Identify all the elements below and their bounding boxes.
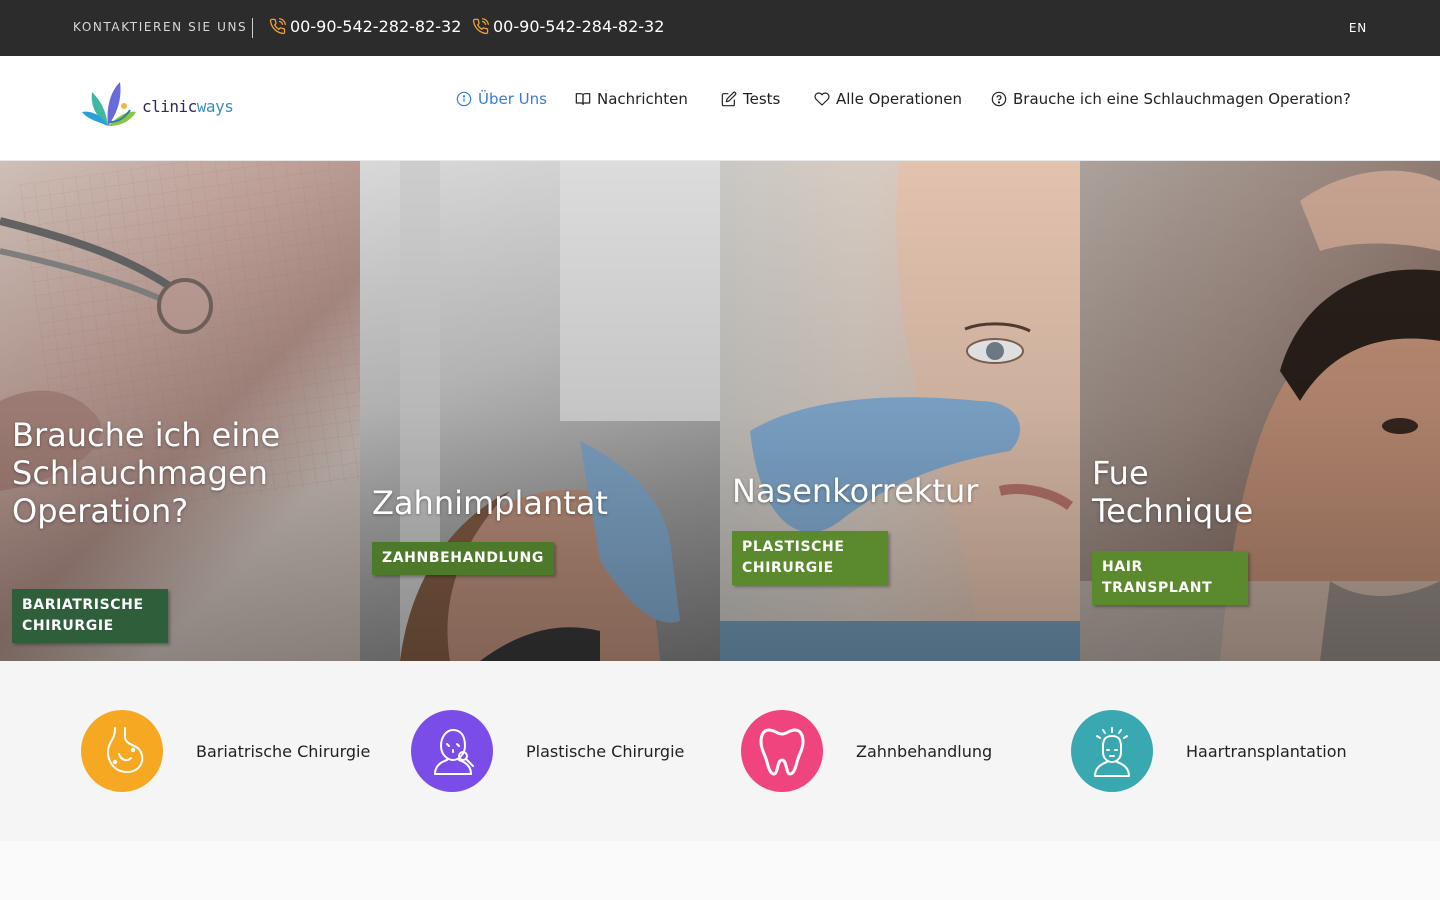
nav-label: Tests (743, 90, 781, 108)
panel-tag: HAIR TRANSPLANT (1092, 551, 1248, 605)
edit-icon (721, 91, 737, 107)
category-label: Bariatrische Chirurgie (196, 741, 371, 761)
nav-tests[interactable]: Tests (721, 90, 780, 108)
category-plastic[interactable]: Plastische Chirurgie (411, 710, 684, 792)
hero-panel-nose[interactable]: Nasenkorrektur PLASTISCHE CHIRURGIE (720, 161, 1080, 661)
logo-text: clinicways (142, 96, 234, 116)
nav-news[interactable]: Nachrichten (575, 90, 688, 108)
phone-icon (269, 18, 286, 35)
panel-tag: PLASTISCHE CHIRURGIE (732, 531, 888, 585)
site-header: clinicways Über Uns Nachrichten Tests Al… (0, 56, 1440, 161)
category-dental[interactable]: Zahnbehandlung (741, 710, 992, 792)
category-hair[interactable]: Haartransplantation (1071, 710, 1347, 792)
category-label: Haartransplantation (1186, 741, 1347, 761)
divider (252, 18, 253, 38)
category-label: Zahnbehandlung (856, 741, 993, 761)
hero-panel-hair[interactable]: Fue Technique HAIR TRANSPLANT (1080, 161, 1440, 661)
language-switch[interactable]: EN (1349, 21, 1367, 35)
heart-icon (814, 92, 830, 106)
nav-all-operations[interactable]: Alle Operationen (814, 90, 962, 108)
phone-link-1[interactable]: 00-90-542-282-82-32 (269, 17, 461, 36)
panel-tag: ZAHNBEHANDLUNG (372, 542, 554, 575)
phone-link-2[interactable]: 00-90-542-284-82-32 (472, 17, 664, 36)
stomach-icon (107, 727, 144, 774)
logo-icon (82, 82, 136, 126)
face-surgery-icon (434, 729, 474, 775)
nav-label: Über Uns (478, 90, 547, 108)
question-icon (991, 91, 1007, 107)
nav-label: Brauche ich eine Schlauchmagen Operation… (1013, 90, 1351, 108)
nav-label: Alle Operationen (836, 90, 962, 108)
category-label: Plastische Chirurgie (526, 741, 685, 761)
top-bar: KONTAKTIEREN SIE UNS 00-90-542-282-82-32… (0, 0, 1440, 56)
logo[interactable]: clinicways (80, 78, 234, 130)
contact-label[interactable]: KONTAKTIEREN SIE UNS (73, 20, 247, 34)
category-icon-circle (1071, 710, 1153, 792)
category-row: Bariatrische Chirurgie Plastische Chirur… (0, 661, 1440, 841)
phone-icon (472, 18, 489, 35)
panel-title: Zahnimplantat (372, 484, 608, 522)
panel-title: Brauche ich eine Schlauchmagen Operation… (12, 416, 281, 530)
category-bariatric[interactable]: Bariatrische Chirurgie (81, 710, 370, 792)
tooth-icon (759, 728, 805, 776)
book-icon (575, 93, 591, 105)
hero-panel-sleeve[interactable]: Brauche ich eine Schlauchmagen Operation… (0, 161, 360, 661)
panel-title: Nasenkorrektur (732, 472, 979, 510)
hero-panels: Brauche ich eine Schlauchmagen Operation… (0, 161, 1440, 661)
nav-label: Nachrichten (597, 90, 688, 108)
info-icon (456, 91, 472, 107)
nav-about-us[interactable]: Über Uns (456, 90, 547, 108)
footer-strip (0, 841, 1440, 900)
phone-number-2: 00-90-542-284-82-32 (493, 17, 665, 36)
phone-number-1: 00-90-542-282-82-32 (290, 17, 462, 36)
category-icon-circle (81, 710, 163, 792)
category-icon-circle (741, 710, 823, 792)
hero-panel-implant[interactable]: Zahnimplantat ZAHNBEHANDLUNG (360, 161, 720, 661)
nav-sleeve-question[interactable]: Brauche ich eine Schlauchmagen Operation… (991, 90, 1351, 108)
category-icon-circle (411, 710, 493, 792)
panel-title: Fue Technique (1092, 454, 1254, 530)
hair-transplant-icon (1094, 727, 1130, 777)
panel-tag: BARIATRISCHE CHIRURGIE (12, 589, 168, 643)
